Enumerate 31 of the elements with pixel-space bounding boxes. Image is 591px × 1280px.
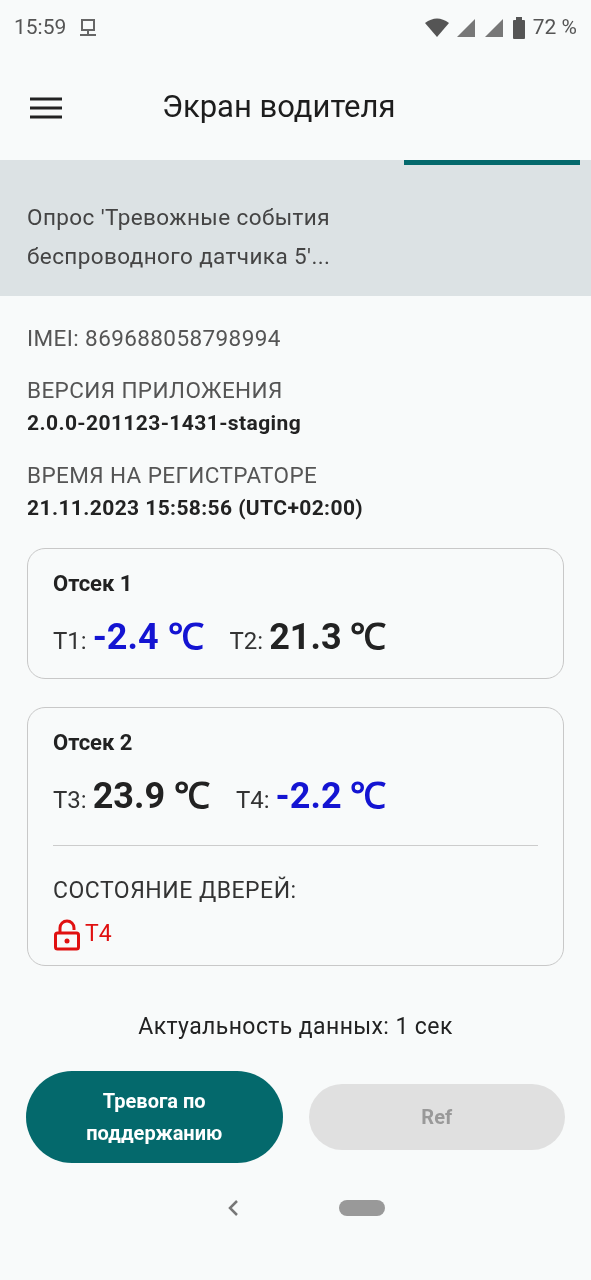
temperature-value: -2.2 ℃ — [275, 774, 387, 820]
doors-label: СОСТОЯНИЕ ДВЕРЕЙ: — [53, 875, 298, 907]
battery-icon — [512, 16, 525, 39]
wifi-icon — [424, 17, 449, 38]
door-name: T4 — [85, 918, 112, 949]
compartment-title: Отсек 2 — [53, 729, 134, 758]
sensor-label: T4: — [236, 785, 270, 817]
menu-icon[interactable] — [30, 96, 62, 119]
sensor-label: T2: — [229, 626, 264, 658]
time-value: 21.11.2023 15:58:56 (UTC+02:00) — [27, 494, 365, 522]
monitor-icon — [78, 17, 99, 38]
compartment-title: Отсек 1 — [53, 570, 134, 599]
version-label: ВЕРСИЯ ПРИЛОЖЕНИЯ — [27, 375, 284, 405]
temperature-value: 23.9 ℃ — [92, 774, 210, 820]
alarm-button[interactable]: Тревога по поддержанию — [26, 1070, 283, 1163]
status-time: 15:59 — [14, 13, 67, 41]
sensor-label: T1: — [53, 626, 87, 658]
data-freshness-text: Актуальность данных: 1 сек — [138, 1012, 453, 1043]
imei-text: IMEI: 869688058798994 — [27, 324, 282, 353]
signal-icon — [484, 18, 505, 37]
time-label: ВРЕМЯ НА РЕГИСТРАТОРЕ — [27, 461, 319, 490]
screen-title: Экран водителя — [162, 87, 396, 128]
temperature-value: 21.3 ℃ — [269, 615, 387, 661]
temperature-value: -2.4 ℃ — [92, 615, 204, 661]
home-handle[interactable] — [338, 1199, 385, 1216]
back-icon[interactable] — [226, 1198, 239, 1217]
battery-level: 72 % — [532, 13, 577, 41]
sensor-label: T3: — [53, 785, 87, 817]
version-value: 2.0.0-201123-1431-staging — [27, 409, 303, 437]
banner-text: Опрос 'Тревожные события беспроводного датчика 5'... — [27, 204, 331, 269]
signal-icon — [456, 18, 477, 37]
